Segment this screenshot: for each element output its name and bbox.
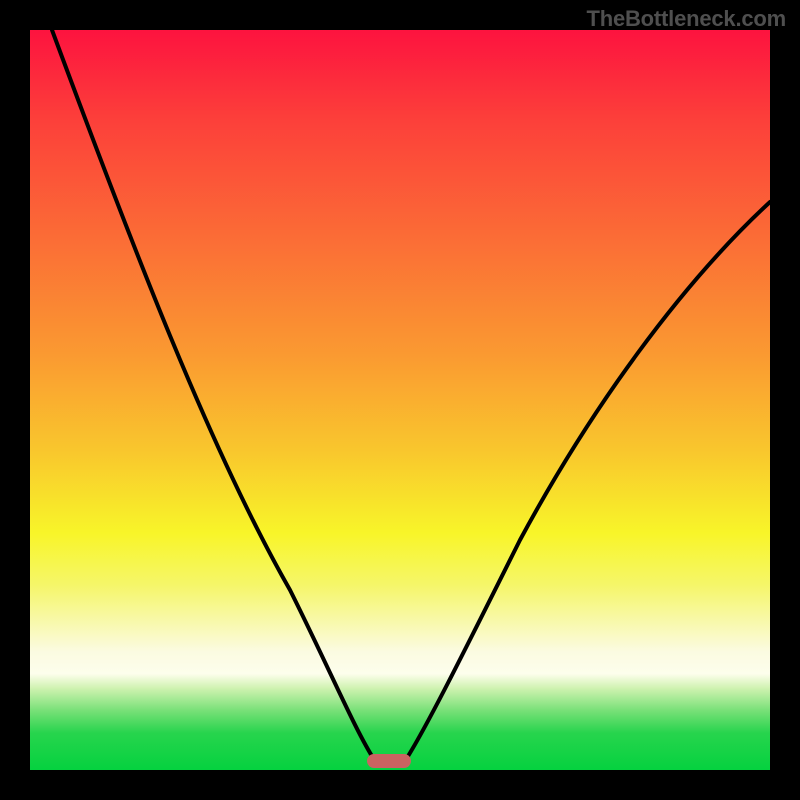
- curve-layer: [30, 30, 770, 770]
- bottleneck-curve-left: [52, 30, 375, 761]
- chart-frame: TheBottleneck.com: [0, 0, 800, 800]
- bottleneck-marker: [367, 754, 411, 768]
- bottleneck-curve-right: [405, 202, 770, 761]
- plot-area: [30, 30, 770, 770]
- watermark-text: TheBottleneck.com: [586, 6, 786, 32]
